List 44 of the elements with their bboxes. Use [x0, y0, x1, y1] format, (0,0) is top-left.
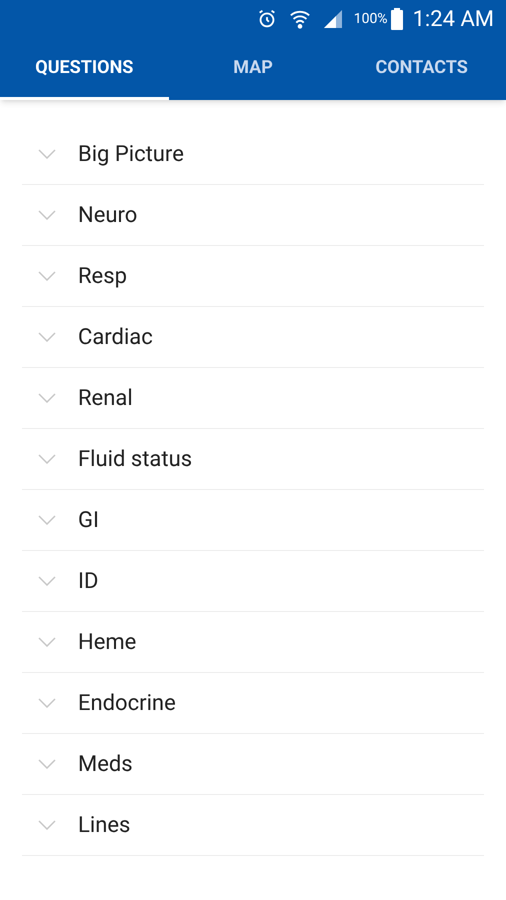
accordion-item[interactable]: Renal	[22, 368, 484, 429]
section-title: Renal	[78, 384, 133, 412]
section-title: Big Picture	[78, 140, 184, 168]
section-title: Meds	[78, 750, 133, 778]
chevron-icon	[38, 393, 56, 403]
accordion-item[interactable]: ID	[22, 551, 484, 612]
section-title: Endocrine	[78, 690, 176, 718]
tab[interactable]: QUESTIONS	[0, 38, 169, 100]
section-title: Resp	[78, 262, 127, 290]
chevron-icon	[38, 820, 56, 830]
section-title: ID	[78, 568, 98, 596]
chevron-icon	[38, 271, 56, 281]
accordion-item[interactable]: Meds	[22, 734, 484, 795]
battery-icon	[390, 8, 403, 30]
accordion-item[interactable]: Endocrine	[22, 673, 484, 734]
accordion-item[interactable]: Heme	[22, 612, 484, 673]
accordion-item[interactable]: Fluid status	[22, 429, 484, 490]
chevron-icon	[38, 637, 56, 647]
signal-icon	[322, 9, 344, 29]
chevron-icon	[38, 698, 56, 708]
accordion-item[interactable]: Big Picture	[22, 124, 484, 185]
chevron-icon	[38, 332, 56, 342]
section-title: Lines	[78, 812, 130, 840]
chevron-icon	[38, 515, 56, 525]
section-title: Cardiac	[78, 324, 153, 352]
battery-percent: 100%	[354, 10, 388, 28]
chevron-icon	[38, 210, 56, 220]
tab[interactable]: CONTACTS	[337, 38, 506, 100]
section-title: Neuro	[78, 202, 138, 230]
clock-time: 1:24 AM	[412, 6, 494, 34]
tab[interactable]: MAP	[168, 38, 338, 100]
section-title: Fluid status	[78, 446, 192, 474]
accordion-item[interactable]: Cardiac	[22, 307, 484, 368]
chevron-icon	[38, 759, 56, 769]
accordion-item[interactable]: Neuro	[22, 185, 484, 246]
accordion-item[interactable]: GI	[22, 490, 484, 551]
chevron-icon	[38, 149, 56, 159]
section-title: GI	[78, 506, 99, 534]
chevron-icon	[38, 454, 56, 464]
section-title: Heme	[78, 628, 136, 656]
accordion-item[interactable]: Resp	[22, 246, 484, 307]
chevron-icon	[38, 576, 56, 586]
wifi-icon	[288, 8, 312, 30]
accordion-item[interactable]: Lines	[22, 795, 484, 856]
